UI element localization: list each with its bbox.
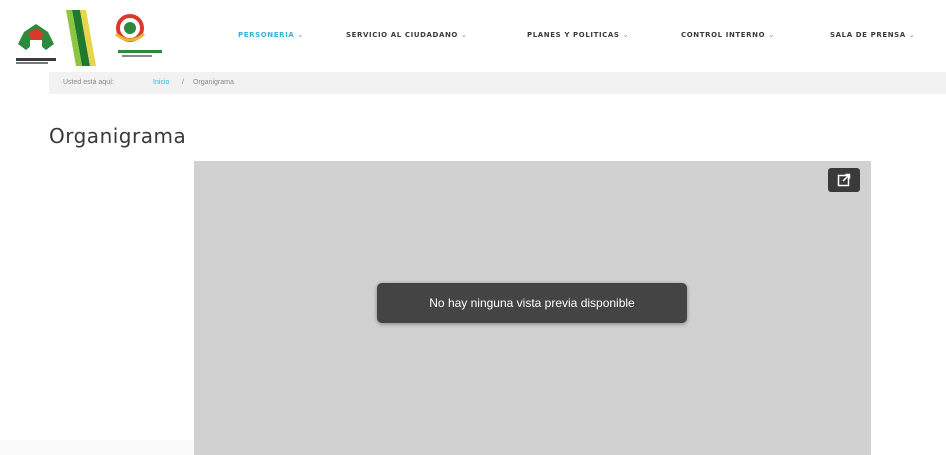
nav-item-servicio-al-ciudadano[interactable]: SERVICIO AL CIUDADANO ⌄ <box>346 31 467 39</box>
nav-label: PLANES Y POLITICAS <box>527 31 620 39</box>
chevron-down-icon: ⌄ <box>297 31 304 39</box>
document-preview-viewer[interactable]: No hay ninguna vista previa disponible <box>194 161 871 455</box>
breadcrumb-current: Organigrama <box>193 79 234 86</box>
page-title: Organigrama <box>49 124 187 148</box>
flag-stripe-graphic <box>66 10 96 66</box>
open-in-new-window-icon <box>837 173 851 187</box>
popout-button[interactable] <box>828 168 860 192</box>
footer-strip <box>0 440 194 455</box>
no-preview-message: No hay ninguna vista previa disponible <box>377 283 687 323</box>
nav-label: SALA DE PRENSA <box>830 31 906 39</box>
nav-label: CONTROL INTERNO <box>681 31 766 39</box>
chevron-down-icon: ⌄ <box>460 31 468 39</box>
breadcrumb-separator: / <box>182 79 184 86</box>
breadcrumb: Usted está aquí: Inicio / Organigrama <box>49 72 946 94</box>
nav-label: PERSONERIA <box>238 31 295 39</box>
municipality-logo <box>16 24 56 64</box>
site-logos[interactable] <box>8 10 168 66</box>
nav-item-planes-y-politicas[interactable]: PLANES Y POLITICAS ⌄ <box>527 31 629 39</box>
personeria-logo <box>115 14 162 57</box>
breadcrumb-home-link[interactable]: Inicio <box>153 79 169 86</box>
chevron-down-icon: ⌄ <box>768 31 775 39</box>
chevron-down-icon: ⌄ <box>908 31 916 39</box>
chevron-down-icon: ⌄ <box>622 31 630 39</box>
nav-item-sala-de-prensa[interactable]: SALA DE PRENSA ⌄ <box>830 31 915 39</box>
nav-item-personeria[interactable]: PERSONERIA ⌄ <box>238 31 304 39</box>
breadcrumb-prefix: Usted está aquí: <box>63 79 114 86</box>
nav-label: SERVICIO AL CIUDADANO <box>346 31 458 39</box>
nav-item-control-interno[interactable]: CONTROL INTERNO ⌄ <box>681 31 775 39</box>
site-header: PERSONERIA ⌄ SERVICIO AL CIUDADANO ⌄ PLANE… <box>0 0 946 70</box>
